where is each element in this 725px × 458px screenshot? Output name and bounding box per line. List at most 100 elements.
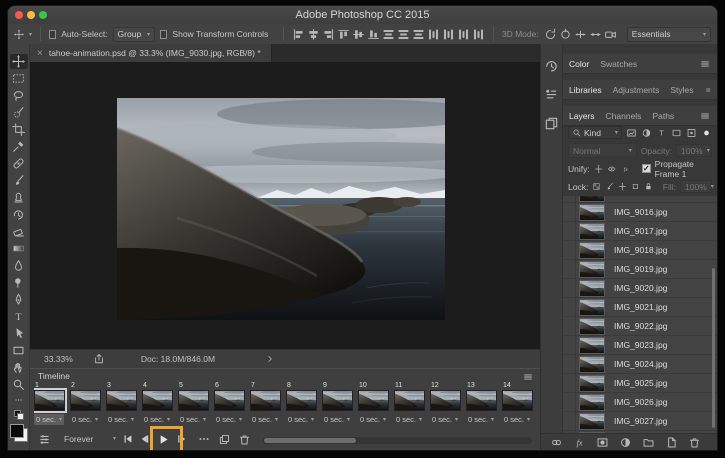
crop-tool[interactable] [10, 122, 28, 137]
frame-duration-dropdown[interactable]: 0 sec.▾ [34, 414, 64, 425]
frame-thumbnail[interactable] [286, 390, 317, 411]
layer-thumbnail[interactable] [579, 280, 605, 297]
blend-mode-dropdown[interactable]: Normal▾ [568, 143, 637, 158]
layer-row-img_9021-jpg[interactable]: IMG_9021.jpg [563, 298, 717, 317]
layer-row-img_9024-jpg[interactable]: IMG_9024.jpg [563, 355, 717, 374]
timeline-frame-10[interactable]: 10 0 sec.▾ [358, 382, 391, 428]
zoom-tool[interactable] [10, 377, 28, 392]
tab-layers[interactable]: Layers [569, 111, 595, 121]
opacity-value-dropdown[interactable]: 100%▾ [676, 144, 712, 157]
fullscreen-window-button[interactable] [39, 11, 47, 19]
layer-thumbnail[interactable] [579, 242, 605, 259]
filter-shape-layers-icon[interactable] [671, 127, 682, 139]
workspace-dropdown[interactable]: Essentials▾ [627, 27, 711, 42]
loop-count-dropdown[interactable]: Forever▾ [60, 432, 120, 445]
export-icon[interactable] [93, 353, 105, 365]
layer-row-img_9020-jpg[interactable]: IMG_9020.jpg [563, 279, 717, 298]
layer-thumbnail[interactable] [579, 261, 605, 278]
visibility-toggle[interactable] [563, 222, 576, 240]
tab-adjustments[interactable]: Adjustments [613, 85, 660, 95]
layer-row-img_9023-jpg[interactable]: IMG_9023.jpg [563, 336, 717, 355]
timeline-frame-2[interactable]: 2 0 sec.▾ [70, 382, 103, 428]
link-layers-icon[interactable] [550, 436, 563, 449]
frame-thumbnail[interactable] [34, 390, 65, 411]
tab-paths[interactable]: Paths [652, 111, 674, 121]
frame-duration-dropdown[interactable]: 0 sec.▾ [358, 414, 388, 425]
layer-row-img_9022-jpg[interactable]: IMG_9022.jpg [563, 317, 717, 336]
dist-space-icon[interactable] [472, 28, 485, 41]
history-panel-icon[interactable] [544, 58, 559, 73]
delete-frame-button[interactable] [238, 433, 251, 446]
foreground-color-swatch[interactable] [10, 424, 24, 438]
quick-select-tool[interactable] [10, 105, 28, 120]
layer-row-img_9025-jpg[interactable]: IMG_9025.jpg [563, 374, 717, 393]
layers-scrollbar[interactable] [712, 268, 715, 428]
frame-thumbnail[interactable] [178, 390, 209, 411]
lock-pixels-icon[interactable] [605, 181, 614, 192]
visibility-toggle[interactable] [563, 317, 576, 335]
align-center-h-icon[interactable] [307, 28, 320, 41]
edit-toolbar-icon[interactable] [12, 396, 25, 404]
timeline-scrollbar[interactable] [262, 437, 532, 444]
healing-brush-tool[interactable] [10, 156, 28, 171]
tab-libraries[interactable]: Libraries [569, 85, 602, 95]
libraries-panel-menu-icon[interactable] [705, 84, 711, 96]
show-transform-checkbox[interactable] [160, 30, 167, 39]
timeline-scrollbar-thumb[interactable] [264, 438, 356, 443]
frame-duration-dropdown[interactable]: 0 sec.▾ [394, 414, 424, 425]
delete-layer-icon[interactable] [688, 436, 701, 449]
layer-row-img_9027-jpg[interactable]: IMG_9027.jpg [563, 412, 717, 431]
add-layer-mask-icon[interactable] [596, 436, 609, 449]
new-adjustment-layer-icon[interactable] [619, 436, 632, 449]
visibility-toggle[interactable] [563, 336, 576, 354]
clone-stamp-tool[interactable] [10, 190, 28, 205]
hand-tool[interactable] [10, 360, 28, 375]
unify-style-icon[interactable]: fx [621, 163, 630, 175]
visibility-toggle[interactable] [563, 279, 576, 297]
frame-duration-dropdown[interactable]: 0 sec.▾ [106, 414, 136, 425]
marquee-tool[interactable] [10, 71, 28, 86]
layer-row-img_9026-jpg[interactable]: IMG_9026.jpg [563, 393, 717, 412]
previous-frame-button[interactable] [138, 433, 150, 445]
layer-thumbnail[interactable] [579, 394, 605, 411]
align-left-icon[interactable] [292, 28, 305, 41]
visibility-toggle[interactable] [563, 393, 576, 411]
frame-thumbnail[interactable] [394, 390, 425, 411]
close-document-icon[interactable]: × [37, 48, 43, 59]
align-top-icon[interactable] [337, 28, 350, 41]
3d-pan-icon[interactable] [574, 28, 587, 41]
layers-panel-menu-icon[interactable] [699, 110, 711, 122]
dist-right-icon[interactable] [457, 28, 470, 41]
lock-transparency-icon[interactable] [592, 181, 601, 192]
align-bottom-icon[interactable] [367, 28, 380, 41]
lasso-tool[interactable] [10, 88, 28, 103]
3d-camera-icon[interactable] [604, 28, 617, 41]
dist-top-icon[interactable] [382, 28, 395, 41]
layer-thumbnail[interactable] [579, 204, 605, 221]
layer-row-img_9019-jpg[interactable]: IMG_9019.jpg [563, 260, 717, 279]
timeline-frame-5[interactable]: 5 0 sec.▾ [178, 382, 211, 428]
filter-toggle-icon[interactable] [701, 127, 712, 139]
timeline-panel-tab[interactable]: Timeline [38, 371, 70, 381]
3d-slide-icon[interactable] [589, 28, 602, 41]
dist-middle-icon[interactable] [397, 28, 410, 41]
layer-row-img_9017-jpg[interactable]: IMG_9017.jpg [563, 222, 717, 241]
frame-duration-dropdown[interactable]: 0 sec.▾ [322, 414, 352, 425]
timeline-frame-13[interactable]: 13 0 sec.▾ [466, 382, 499, 428]
propagate-frame-checkbox[interactable]: ✓ [642, 164, 651, 173]
title-bar[interactable]: Adobe Photoshop CC 2015 [8, 6, 717, 25]
convert-to-video-timeline-icon[interactable] [38, 433, 51, 446]
unify-visibility-icon[interactable] [607, 163, 616, 175]
timeline-frame-3[interactable]: 3 0 sec.▾ [106, 382, 139, 428]
zoom-level-field[interactable]: 33.33% [44, 354, 83, 364]
layer-row-img_9016-jpg[interactable]: IMG_9016.jpg [563, 203, 717, 222]
frame-duration-dropdown[interactable]: 0 sec.▾ [142, 414, 172, 425]
layer-thumbnail[interactable] [579, 318, 605, 335]
layer-row-img_9018-jpg[interactable]: IMG_9018.jpg [563, 241, 717, 260]
frame-thumbnail[interactable] [358, 390, 389, 411]
clone-source-panel-icon[interactable] [544, 116, 559, 131]
frame-duration-dropdown[interactable]: 0 sec.▾ [502, 414, 532, 425]
close-window-button[interactable] [15, 11, 23, 19]
blur-tool[interactable] [10, 258, 28, 273]
auto-select-checkbox[interactable] [49, 30, 56, 39]
